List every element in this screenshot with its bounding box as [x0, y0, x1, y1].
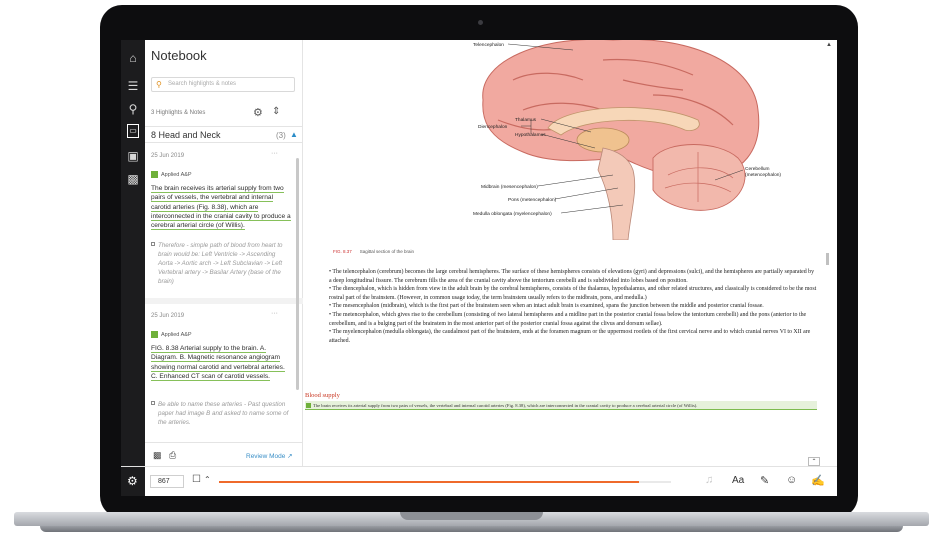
- card-date: 25 Jun 2019: [151, 313, 185, 319]
- fig-label-cerebellum-2: (metencephalon): [745, 172, 781, 178]
- paragraph[interactable]: • The diencephalon, which is hidden from…: [329, 285, 817, 302]
- note-card[interactable]: 25 Jun 2019 ··· Applied A&P The brain re…: [145, 144, 295, 300]
- search-icon[interactable]: ⚲: [125, 101, 141, 117]
- edit-icon[interactable]: ✍: [811, 474, 825, 487]
- card-highlight[interactable]: FIG. 8.38 Arterial supply to the brain. …: [151, 344, 291, 381]
- notebook-title: Notebook: [151, 48, 207, 63]
- card-date: 25 Jun 2019: [151, 153, 185, 159]
- fig-label-medulla: Medulla oblongata (myelencephalon): [473, 211, 552, 217]
- card-note[interactable]: Therefore - simple path of blood from he…: [151, 241, 291, 286]
- section-subheading: Blood supply: [305, 392, 340, 399]
- brain-figure: Telencephalon Thalamus Diencephalon Hypo…: [473, 40, 781, 240]
- scroll-up-icon[interactable]: ▲: [826, 42, 832, 48]
- chapter-title: 8 Head and Neck: [151, 130, 221, 140]
- more-menu-icon[interactable]: ···: [271, 150, 278, 157]
- body-text[interactable]: • The telencephalon (cerebrum) becomes t…: [329, 268, 817, 345]
- chevron-up-icon[interactable]: ⌃: [204, 475, 211, 484]
- search-icon: ⚲: [156, 80, 162, 89]
- app-screen: ⌂ ☰ ⚲ ▭ ▣ ▩ Notebook ⚲ Search highlights…: [121, 40, 837, 496]
- font-icon[interactable]: Aa: [732, 475, 744, 486]
- note-icon: [151, 401, 155, 405]
- figure-caption-number: FIG. 8.37: [333, 249, 352, 254]
- card-note[interactable]: Be able to name these arteries - Past qu…: [151, 400, 291, 427]
- reading-progress-fill: [219, 481, 640, 483]
- card-highlight[interactable]: The brain receives its arterial supply f…: [151, 184, 291, 231]
- home-icon[interactable]: ⌂: [125, 50, 141, 66]
- note-icon: [151, 242, 155, 246]
- fig-label-hypothalamus: Hypothalamus: [515, 132, 546, 138]
- notebook-icon[interactable]: ▭: [127, 124, 139, 138]
- figure-caption: FIG. 8.37 Sagittal section of the brain: [333, 249, 414, 254]
- brainstem-shape: [597, 147, 636, 240]
- settings-icon[interactable]: ⚙: [127, 474, 138, 488]
- panel-footer: ▩ ⎙ Review Mode ↗: [145, 442, 303, 466]
- search-input[interactable]: ⚲ Search highlights & notes: [151, 77, 295, 92]
- print-icon[interactable]: ⎙: [169, 450, 176, 461]
- laptop-base-bottom: [40, 526, 903, 532]
- paragraph[interactable]: • The telencephalon (cerebrum) becomes t…: [329, 268, 817, 285]
- toc-icon[interactable]: ☰: [125, 78, 141, 94]
- fig-label-diencephalon: Diencephalon: [478, 124, 508, 130]
- filter-icon[interactable]: ⇕: [272, 106, 280, 117]
- left-rail: ⌂ ☰ ⚲ ▭ ▣ ▩: [121, 40, 145, 496]
- highlighted-passage[interactable]: The brain receives its arterial supply f…: [305, 401, 817, 410]
- webcam: [478, 20, 483, 25]
- highlights-count: 3 Highlights & Notes: [151, 110, 206, 116]
- fig-label-midbrain: Midbrain (mesencephalon): [481, 184, 538, 190]
- paragraph[interactable]: • The metencephalon, which gives rise to…: [329, 311, 817, 328]
- chapter-header[interactable]: 8 Head and Neck (3) ▲: [145, 126, 303, 143]
- chevron-up-icon[interactable]: ▲: [290, 130, 298, 139]
- fig-label-cerebellum: Cerebellum: [745, 166, 770, 172]
- bottom-toolbar: ⚙ 867 ☐ ⌃ ♫ Aa ✎ ☺ ✍: [121, 466, 837, 496]
- highlighter-icon[interactable]: ✎: [760, 474, 769, 487]
- image-icon[interactable]: ▣: [125, 148, 141, 164]
- highlight-marker-icon: [306, 403, 311, 408]
- laptop-notch: [400, 512, 543, 520]
- paragraph[interactable]: • The myelencephalon (medulla oblongata)…: [329, 328, 817, 345]
- flashcard-icon[interactable]: ▩: [125, 171, 141, 187]
- note-card[interactable]: 25 Jun 2019 ··· Applied A&P FIG. 8.38 Ar…: [145, 304, 295, 440]
- badge-color-icon: [151, 331, 158, 338]
- fig-label-telencephalon: Telencephalon: [473, 42, 504, 48]
- card-badge: Applied A&P: [161, 172, 192, 178]
- search-placeholder: Search highlights & notes: [168, 81, 237, 87]
- review-mode-link[interactable]: Review Mode ↗: [246, 452, 293, 460]
- page-number-input[interactable]: 867: [150, 475, 184, 488]
- badge-color-icon: [151, 171, 158, 178]
- bookmark-icon[interactable]: ☐: [192, 474, 201, 485]
- notebook-panel: Notebook ⚲ Search highlights & notes 3 H…: [145, 40, 303, 466]
- chevron-up-icon[interactable]: ⌃: [808, 457, 820, 466]
- chapter-count: (3): [276, 131, 286, 140]
- more-menu-icon[interactable]: ···: [271, 310, 278, 317]
- laptop-base: [0, 512, 943, 542]
- figure-caption-text: Sagittal section of the brain: [359, 249, 415, 254]
- fig-label-pons: Pons (metencephalon): [508, 197, 557, 203]
- cerebellum-shape: [652, 144, 746, 211]
- export-icon[interactable]: ▩: [153, 450, 162, 461]
- panel-scrollbar[interactable]: [296, 158, 299, 390]
- reader-scrollbar[interactable]: [826, 253, 829, 265]
- paragraph[interactable]: • The mesencephalon (midbrain), which is…: [329, 302, 817, 311]
- help-icon[interactable]: ☺: [786, 474, 797, 486]
- audio-icon[interactable]: ♫: [705, 474, 713, 486]
- reader-pane: ▲ Telencephalon Thalamus Diencephalon Hy…: [303, 40, 837, 466]
- gear-icon[interactable]: ⚙: [253, 106, 263, 119]
- reading-progress-track[interactable]: [219, 481, 671, 483]
- card-badge: Applied A&P: [161, 332, 192, 338]
- fig-label-thalamus: Thalamus: [515, 117, 537, 123]
